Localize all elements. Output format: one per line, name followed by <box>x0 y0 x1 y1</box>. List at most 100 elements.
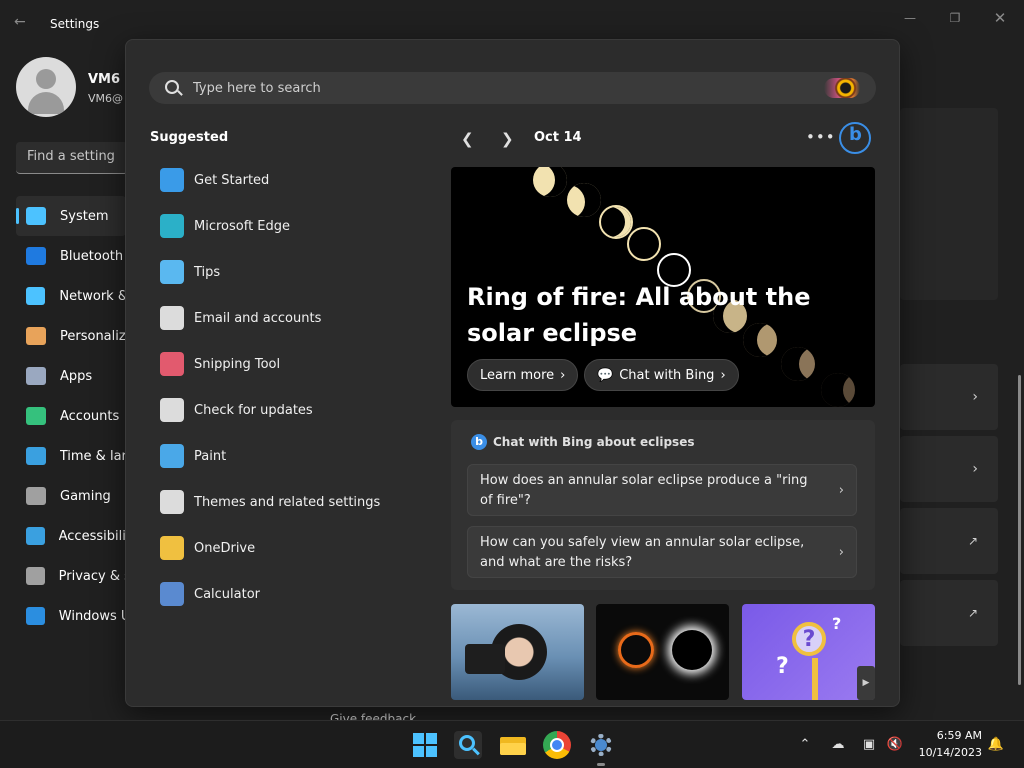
chat-question-button[interactable]: How does an annular solar eclipse produc… <box>467 464 857 516</box>
chevron-left-icon[interactable]: ❮ <box>461 130 475 148</box>
find-setting-input[interactable]: Find a setting <box>16 142 128 174</box>
chat-question-button[interactable]: How can you safely view an annular solar… <box>467 526 857 578</box>
accessibility-icon <box>26 527 45 545</box>
settings-nav: System Bluetooth Network & Personaliz Apps Ac… <box>16 196 126 636</box>
back-arrow-icon[interactable]: ← <box>14 14 34 34</box>
bluetooth-icon <box>26 247 46 265</box>
user-email: VM6@ <box>88 92 124 105</box>
scissors-icon <box>160 352 184 376</box>
suggestion-item[interactable]: Calculator <box>150 571 410 617</box>
date-label: Oct 14 <box>534 130 582 145</box>
chat-with-bing-button[interactable]: 💬 Chat with Bing › <box>584 359 739 391</box>
sidebar-item-label: Privacy & s <box>58 568 126 584</box>
chat-card-title: b Chat with Bing about eclipses <box>471 434 694 450</box>
sidebar-item[interactable]: Apps <box>16 356 126 396</box>
taskbar: ⌃ ☁ ▣ 🔇 6:59 AM 10/14/2023 🔔 <box>0 720 1024 768</box>
chat-with-bing-label: Chat with Bing <box>619 367 715 383</box>
suggestion-item[interactable]: Email and accounts <box>150 295 410 341</box>
suggestion-label: OneDrive <box>194 540 256 556</box>
sidebar-item[interactable]: Accessibilit <box>16 516 126 556</box>
sidebar-item[interactable]: System <box>16 196 126 236</box>
settings-row[interactable]: ↗ <box>900 508 998 574</box>
update-icon <box>26 607 45 625</box>
camera-telescope-thumbnail[interactable] <box>451 604 584 700</box>
network-icon[interactable]: ▣ <box>859 735 879 755</box>
search-highlight-eclipse-icon[interactable] <box>824 78 860 98</box>
onedrive-offline-icon[interactable]: ☁ <box>828 735 848 755</box>
close-icon[interactable]: ✕ <box>990 8 1010 28</box>
hero-title: Ring of fire: All about the solar eclips… <box>467 283 811 347</box>
more-options-icon[interactable]: ••• <box>806 128 836 146</box>
brush-icon <box>26 327 46 345</box>
chat-question-text: How does an annular solar eclipse produc… <box>480 473 808 508</box>
sidebar-item[interactable]: Accounts <box>16 396 126 436</box>
suggestion-label: Themes and related settings <box>194 494 381 510</box>
learn-more-label: Learn more <box>480 367 555 383</box>
search-box[interactable] <box>149 72 876 104</box>
suggestion-item[interactable]: Check for updates <box>150 387 410 433</box>
sidebar-item[interactable]: Network & <box>16 276 126 316</box>
suggestion-item[interactable]: Microsoft Edge <box>150 203 410 249</box>
sidebar-item[interactable]: Time & lar <box>16 436 126 476</box>
clock-date[interactable]: 10/14/2023 <box>914 746 982 759</box>
refresh-icon <box>160 398 184 422</box>
hero-card[interactable]: Ring of fire: All about the solar eclips… <box>451 167 875 407</box>
sidebar-item[interactable]: Windows U <box>16 596 126 636</box>
sidebar-item[interactable]: Bluetooth <box>16 236 126 276</box>
chevron-right-icon[interactable]: ❯ <box>501 130 515 148</box>
chat-bubble-icon: 💬 <box>597 367 614 383</box>
bing-icon: b <box>471 434 487 450</box>
maximize-icon[interactable]: ❐ <box>945 8 965 28</box>
suggestion-label: Snipping Tool <box>194 356 281 372</box>
suggestion-item[interactable]: Get Started <box>150 157 410 203</box>
sidebar-item-label: Accessibilit <box>58 528 126 544</box>
sidebar-item[interactable]: Gaming <box>16 476 126 516</box>
file-explorer-icon[interactable] <box>499 731 527 759</box>
chevron-right-icon: › <box>838 483 844 498</box>
avatar[interactable] <box>16 57 76 117</box>
search-taskbar-icon[interactable] <box>454 731 482 759</box>
learn-more-button[interactable]: Learn more › <box>467 359 579 391</box>
suggestion-item[interactable]: Tips <box>150 249 410 295</box>
suggestion-item[interactable]: OneDrive <box>150 525 410 571</box>
suggestion-item[interactable]: Snipping Tool <box>150 341 410 387</box>
sidebar-item[interactable]: Privacy & s <box>16 556 126 596</box>
sidebar-item-label: Time & lar <box>59 448 126 464</box>
chrome-icon[interactable] <box>543 731 571 759</box>
start-windows-icon[interactable] <box>411 731 439 759</box>
search-input[interactable] <box>193 72 813 104</box>
settings-gear-icon[interactable] <box>587 731 615 759</box>
clock-time[interactable]: 6:59 AM <box>928 729 982 742</box>
monitor-icon <box>26 207 46 225</box>
settings-row[interactable]: › <box>900 364 998 430</box>
suggestion-item[interactable]: Paint <box>150 433 410 479</box>
search-icon <box>165 80 179 94</box>
eclipse-rings-thumbnail[interactable] <box>596 604 729 700</box>
calculator-icon <box>160 582 184 606</box>
settings-row[interactable]: › <box>900 436 998 502</box>
chevron-right-icon: › <box>560 367 566 383</box>
sidebar-item-label: Network & <box>59 288 126 304</box>
palette-icon <box>160 444 184 468</box>
scroll-right-icon[interactable]: ▶ <box>857 666 875 700</box>
give-feedback-link[interactable]: Give feedback <box>330 712 450 720</box>
suggestion-label: Email and accounts <box>194 310 322 326</box>
controller-icon <box>26 487 46 505</box>
question-marks-thumbnail[interactable]: ? ? ? <box>742 604 875 700</box>
wifi-icon <box>26 287 46 305</box>
volume-muted-icon[interactable]: 🔇 <box>885 735 905 755</box>
minimize-icon[interactable]: — <box>900 8 920 28</box>
suggestion-label: Check for updates <box>194 402 313 418</box>
sidebar-item[interactable]: Personaliz <box>16 316 126 356</box>
app-title: Settings <box>50 17 100 31</box>
bing-icon[interactable] <box>839 122 871 154</box>
chevron-right-icon: › <box>720 367 726 383</box>
scrollbar[interactable] <box>1018 375 1021 685</box>
brush-icon <box>160 490 184 514</box>
sidebar-item-label: Apps <box>60 368 93 384</box>
settings-row[interactable]: ↗ <box>900 580 998 646</box>
chevron-right-icon: › <box>972 461 978 477</box>
notification-bell-icon[interactable]: 🔔 <box>986 735 1006 755</box>
chevron-up-icon[interactable]: ⌃ <box>795 735 815 755</box>
suggestion-item[interactable]: Themes and related settings <box>150 479 410 525</box>
